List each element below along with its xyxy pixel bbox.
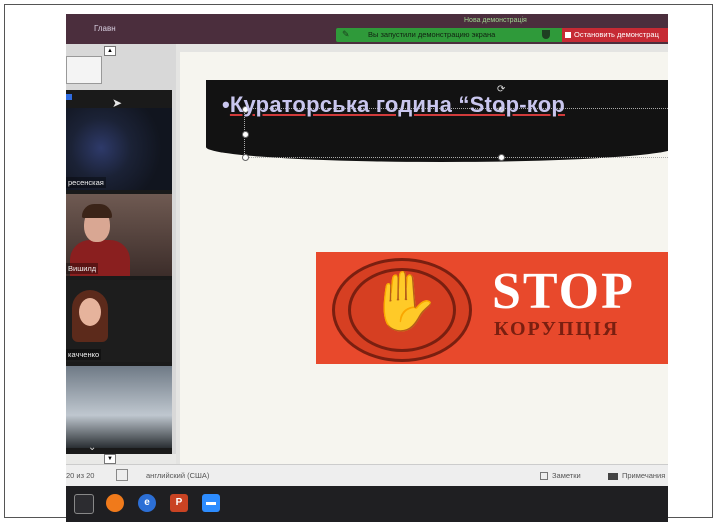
powerpoint-title-bar: Главн Нова демонстрація ✎ Вы запустили д… [66, 14, 668, 44]
task-view-icon[interactable] [74, 494, 94, 514]
stop-corruption-image[interactable]: ✋ STOP КОРУПЦІЯ [316, 252, 668, 364]
comments-icon [608, 472, 618, 480]
stop-word: STOP [492, 263, 635, 320]
edge-icon[interactable]: e [138, 494, 156, 512]
comments-label: Примечания [622, 471, 666, 480]
share-message: Вы запустили демонстрацию экрана [368, 30, 496, 39]
scroll-up-button[interactable]: ▲ [104, 46, 116, 56]
participant-tile[interactable]: ресенская [66, 108, 172, 190]
tab-home[interactable]: Главн [94, 24, 116, 33]
slide-canvas[interactable]: ⟳ •Кураторська година “Stop-кор ✋ STOP К… [180, 52, 668, 464]
hand-icon: ✋ [368, 269, 441, 334]
slide-title-text: Кураторська година “Stop-кор [229, 92, 565, 117]
notes-button[interactable]: Заметки [540, 471, 581, 481]
participant-video [66, 366, 172, 448]
shield-icon[interactable] [542, 30, 550, 39]
stop-subtitle: КОРУПЦІЯ [494, 318, 620, 340]
zoom-icon[interactable]: ▬ [202, 494, 220, 512]
participant-name: ресенская [66, 177, 106, 188]
chevron-down-icon[interactable]: ⌄ [88, 442, 96, 453]
pen-icon[interactable]: ✎ [342, 29, 350, 40]
slide-counter: 20 из 20 [66, 471, 95, 480]
video-gallery-panel: ➤ ресенская Вишилд качченко ⌄ [66, 90, 172, 454]
comments-button[interactable]: Примечания [608, 471, 665, 480]
windows-taskbar: e P ▬ [66, 486, 668, 522]
status-bar: 20 из 20 английский (США) Заметки Примеч… [66, 464, 668, 487]
notes-label: Заметки [552, 471, 581, 480]
slide-title[interactable]: •Кураторська година “Stop-кор [222, 92, 668, 136]
spellcheck-icon[interactable] [116, 469, 128, 481]
stop-share-button[interactable]: Остановить демонстрац [562, 28, 668, 42]
scroll-down-button[interactable]: ▼ [104, 454, 116, 464]
participant-tile[interactable] [66, 366, 172, 448]
participant-tile[interactable]: Вишилд [66, 194, 172, 276]
language-indicator[interactable]: английский (США) [146, 471, 209, 480]
gallery-indicator [66, 94, 72, 100]
resize-handle[interactable] [498, 154, 505, 161]
participant-name: качченко [66, 349, 102, 360]
slide-editor: ⟳ •Кураторська година “Stop-кор ✋ STOP К… [176, 44, 668, 464]
participant-name: Вишилд [66, 263, 99, 274]
resize-handle[interactable] [242, 154, 249, 161]
slide-thumbnail[interactable] [66, 56, 102, 84]
screen-share-bar: ✎ Вы запустили демонстрацию экрана Остан… [336, 28, 668, 42]
powerpoint-icon[interactable]: P [170, 494, 188, 512]
screen: Главн Нова демонстрація ✎ Вы запустили д… [66, 14, 668, 522]
firefox-icon[interactable] [106, 494, 124, 512]
share-title: Нова демонстрація [464, 17, 527, 24]
notes-icon [540, 472, 548, 481]
participant-tile[interactable]: качченко [66, 280, 172, 362]
